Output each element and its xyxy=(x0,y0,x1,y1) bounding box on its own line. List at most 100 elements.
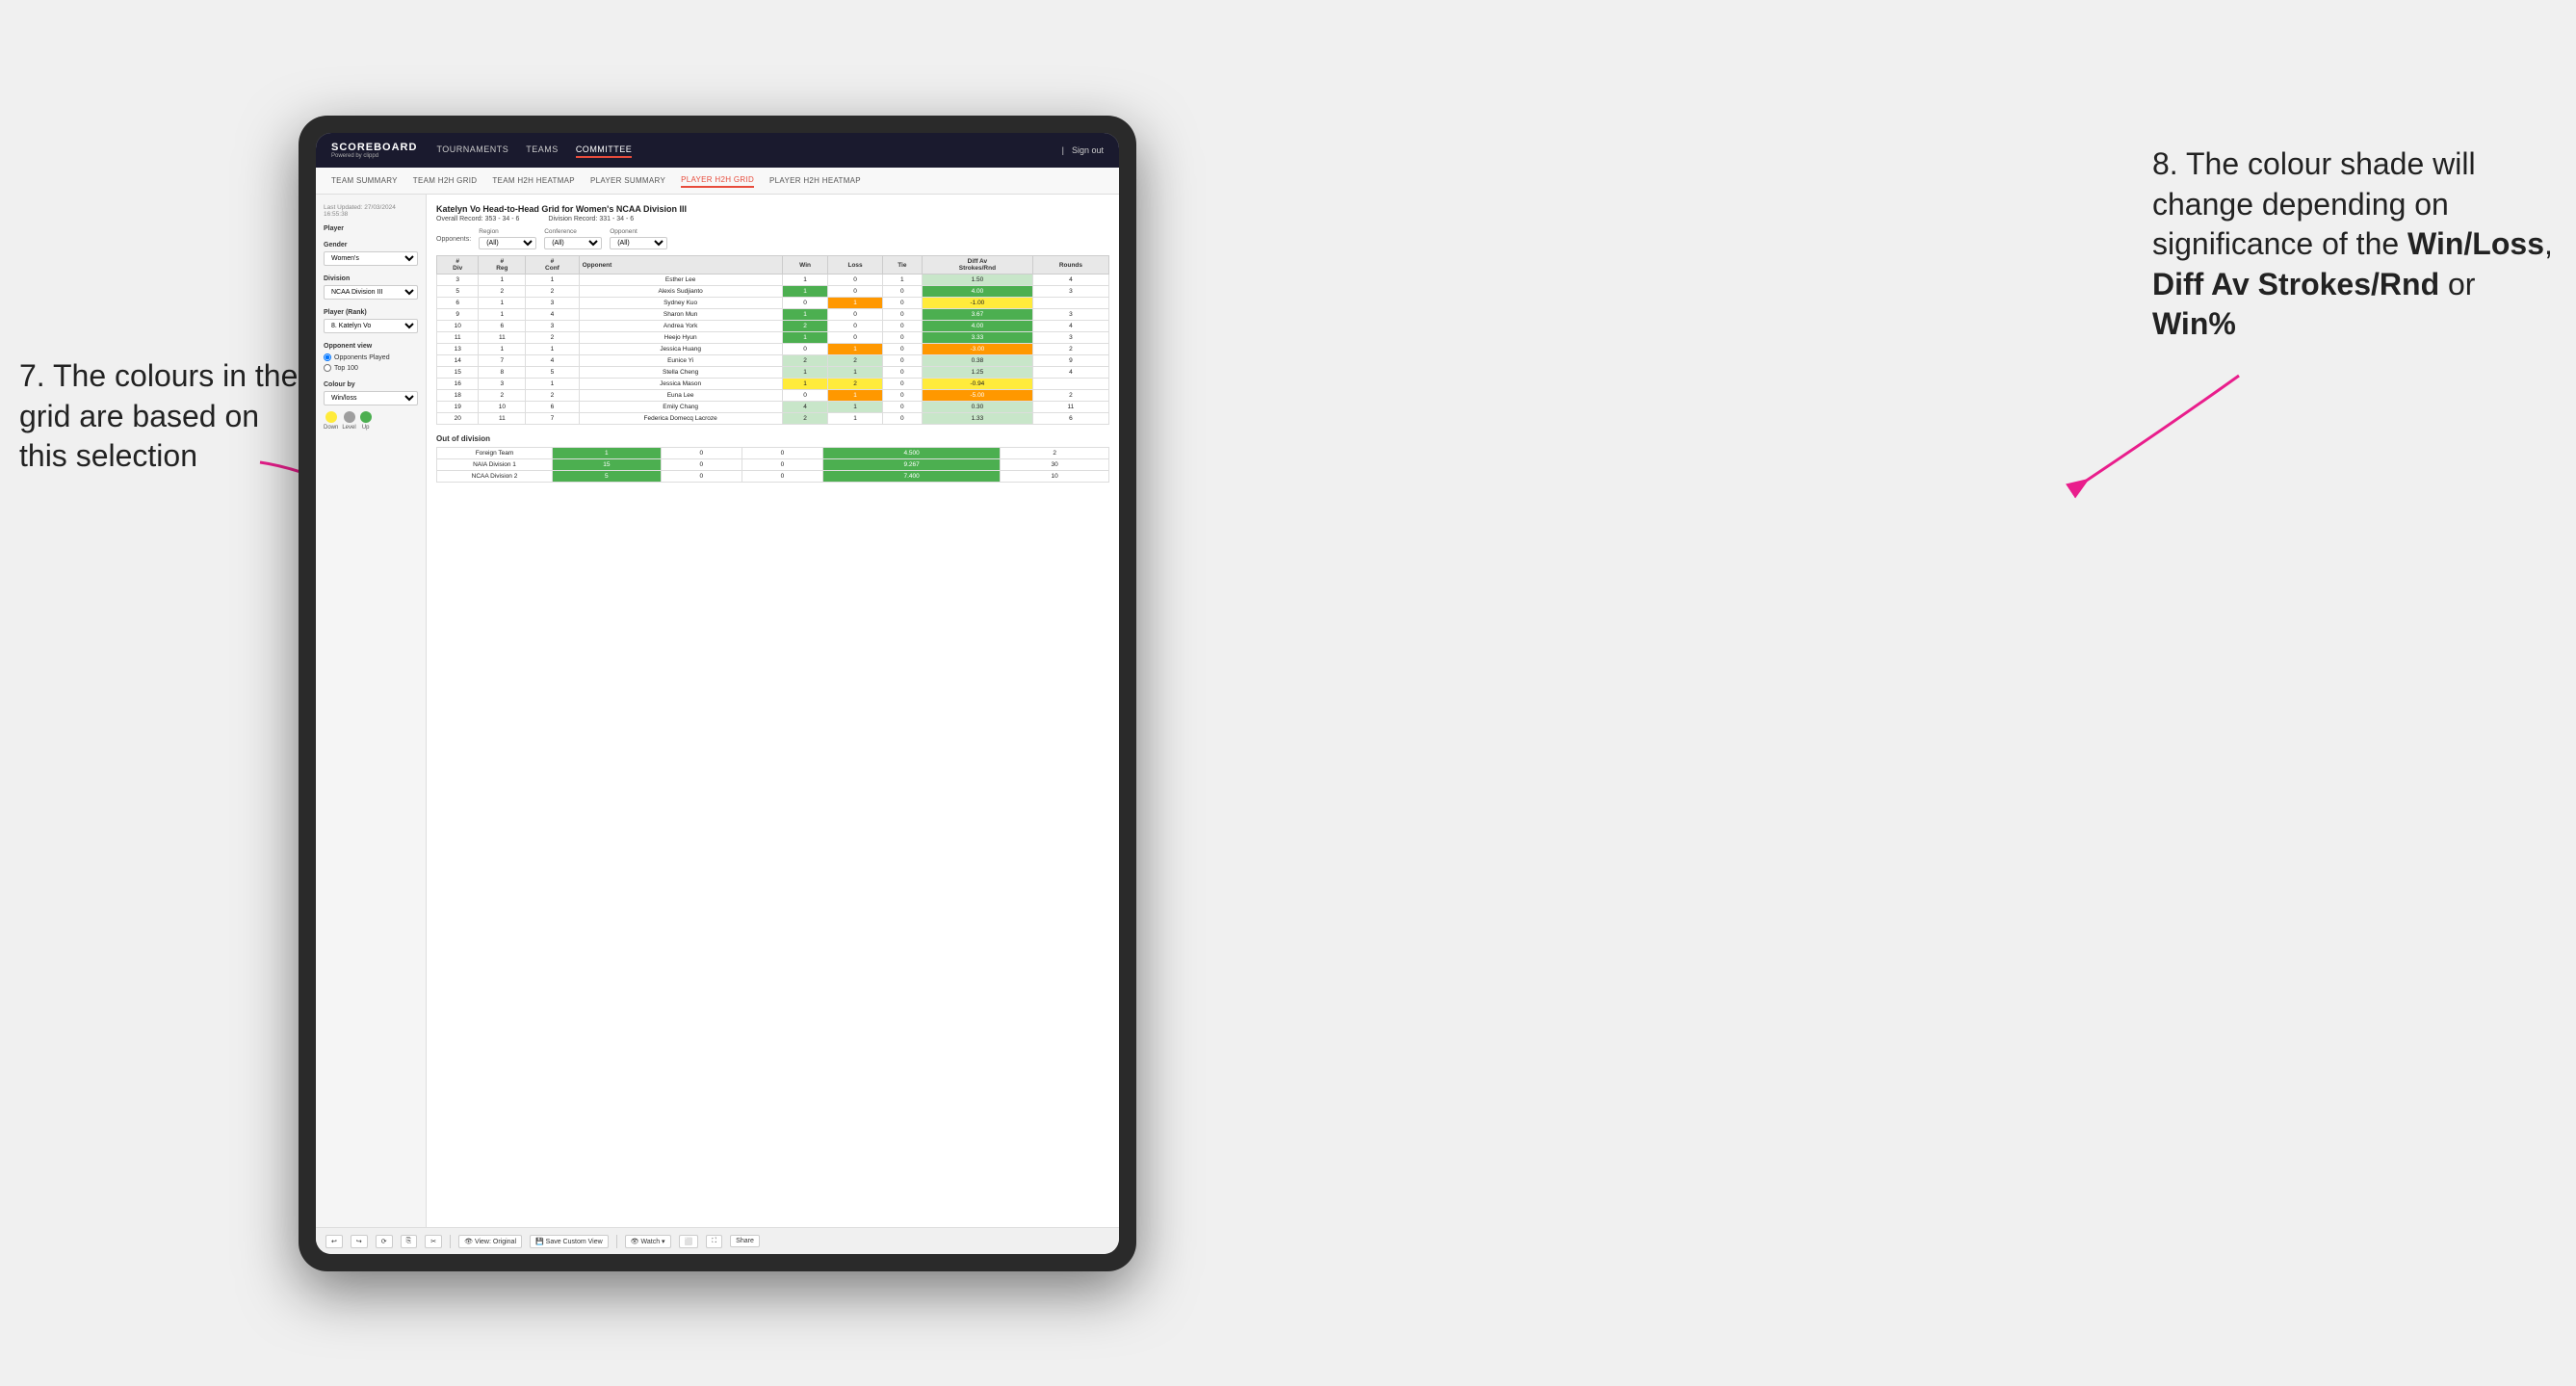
ood-tie: 0 xyxy=(742,448,822,459)
watch-button[interactable]: 👁 Watch ▾ xyxy=(625,1235,671,1248)
cell-div: 13 xyxy=(437,344,479,355)
col-div: #Div xyxy=(437,256,479,275)
cell-rounds: 2 xyxy=(1032,344,1108,355)
cell-opponent: Eunice Yi xyxy=(579,355,782,367)
cell-rounds: 6 xyxy=(1032,413,1108,425)
table-row: 14 7 4 Eunice Yi 2 2 0 0.38 9 xyxy=(437,355,1109,367)
arrow-right-svg xyxy=(2056,366,2249,510)
radio-top-100-label: Top 100 xyxy=(334,365,358,372)
radio-opponents-played[interactable]: Opponents Played xyxy=(324,353,418,361)
cell-conf: 1 xyxy=(526,379,579,390)
cell-div: 10 xyxy=(437,321,479,332)
cell-win: 1 xyxy=(782,379,828,390)
layout-button[interactable]: ⬜ xyxy=(679,1235,699,1248)
cell-diff: 3.67 xyxy=(922,309,1032,321)
cell-tie: 0 xyxy=(882,332,922,344)
cell-opponent: Emily Chang xyxy=(579,402,782,413)
ood-loss: 0 xyxy=(661,459,742,471)
cell-opponent: Andrea York xyxy=(579,321,782,332)
colour-label: Colour by xyxy=(324,381,418,388)
opponent-view-label: Opponent view xyxy=(324,343,418,350)
redo-button[interactable]: ↪ xyxy=(351,1235,368,1248)
opponent-select[interactable]: (All) xyxy=(610,237,667,249)
cell-conf: 2 xyxy=(526,332,579,344)
cell-diff: 4.00 xyxy=(922,321,1032,332)
copy-button[interactable]: ⎘ xyxy=(401,1235,418,1248)
cell-rounds: 3 xyxy=(1032,332,1108,344)
save-custom-view-button[interactable]: 💾 Save Custom View xyxy=(530,1235,609,1248)
ood-rounds: 30 xyxy=(1001,459,1109,471)
out-of-division-label: Out of division xyxy=(436,434,1109,443)
gender-select[interactable]: Women's xyxy=(324,251,418,266)
cell-div: 16 xyxy=(437,379,479,390)
grid-button[interactable]: ⛶ xyxy=(706,1235,722,1248)
subnav-team-h2h-grid[interactable]: TEAM H2H GRID xyxy=(413,174,478,187)
ood-win: 1 xyxy=(553,448,662,459)
subnav-player-h2h-heatmap[interactable]: PLAYER H2H HEATMAP xyxy=(769,174,861,187)
cell-tie: 0 xyxy=(882,402,922,413)
table-row: 11 11 2 Heejo Hyun 1 0 0 3.33 3 xyxy=(437,332,1109,344)
subnav-player-h2h-grid[interactable]: PLAYER H2H GRID xyxy=(681,173,754,188)
cell-opponent: Sydney Kuo xyxy=(579,298,782,309)
cell-rounds: 4 xyxy=(1032,367,1108,379)
cell-rounds: 4 xyxy=(1032,321,1108,332)
legend-label-level: Level xyxy=(342,425,355,431)
share-button[interactable]: Share xyxy=(730,1235,760,1247)
division-section: Division NCAA Division III xyxy=(324,275,418,300)
cell-win: 2 xyxy=(782,321,828,332)
tablet-screen: SCOREBOARD Powered by clippd TOURNAMENTS… xyxy=(316,133,1119,1254)
nav-item-teams[interactable]: TEAMS xyxy=(526,143,559,158)
ood-opponent: NCAA Division 2 xyxy=(437,471,553,483)
main-table: #Div #Reg #Conf Opponent Win Loss Tie Di… xyxy=(436,255,1109,425)
legend-dot-down xyxy=(325,411,337,423)
cell-reg: 1 xyxy=(479,275,526,286)
cell-tie: 0 xyxy=(882,413,922,425)
region-select[interactable]: (All) xyxy=(479,237,536,249)
division-select[interactable]: NCAA Division III xyxy=(324,285,418,300)
cell-opponent: Jessica Huang xyxy=(579,344,782,355)
player-rank-select[interactable]: 8. Katelyn Vo xyxy=(324,319,418,333)
cell-conf: 2 xyxy=(526,286,579,298)
gender-label: Gender xyxy=(324,242,418,248)
nav-right: | Sign out xyxy=(1062,145,1104,155)
cell-reg: 6 xyxy=(479,321,526,332)
cell-div: 15 xyxy=(437,367,479,379)
cell-diff: 1.50 xyxy=(922,275,1032,286)
cell-loss: 2 xyxy=(828,355,882,367)
out-of-division-table: Foreign Team 1 0 0 4.500 2 NAIA Division… xyxy=(436,447,1109,483)
subnav-team-summary[interactable]: TEAM SUMMARY xyxy=(331,174,398,187)
nav-item-committee[interactable]: COMMITTEE xyxy=(576,143,633,158)
radio-top-100[interactable]: Top 100 xyxy=(324,364,418,372)
cell-conf: 3 xyxy=(526,321,579,332)
ood-diff: 9.267 xyxy=(822,459,1000,471)
cell-opponent: Federica Domecq Lacroze xyxy=(579,413,782,425)
conference-select[interactable]: (All) xyxy=(544,237,602,249)
subnav-team-h2h-heatmap[interactable]: TEAM H2H HEATMAP xyxy=(492,174,575,187)
player-label: Player xyxy=(324,225,418,232)
cell-div: 5 xyxy=(437,286,479,298)
ood-loss: 0 xyxy=(661,471,742,483)
ood-opponent: NAIA Division 1 xyxy=(437,459,553,471)
cell-reg: 7 xyxy=(479,355,526,367)
ood-diff: 4.500 xyxy=(822,448,1000,459)
cell-rounds: 4 xyxy=(1032,275,1108,286)
cell-tie: 0 xyxy=(882,286,922,298)
radio-opponents-played-label: Opponents Played xyxy=(334,354,390,361)
colour-select[interactable]: Win/loss xyxy=(324,391,418,405)
cell-diff: -3.00 xyxy=(922,344,1032,355)
cell-win: 1 xyxy=(782,309,828,321)
main-table-body: 3 1 1 Esther Lee 1 0 1 1.50 4 5 2 2 Alex… xyxy=(437,275,1109,425)
cell-win: 0 xyxy=(782,390,828,402)
cut-button[interactable]: ✂ xyxy=(425,1235,442,1248)
cell-opponent: Sharon Mun xyxy=(579,309,782,321)
col-win: Win xyxy=(782,256,828,275)
view-original-button[interactable]: 👁 View: Original xyxy=(458,1235,522,1248)
sign-out-button[interactable]: Sign out xyxy=(1072,145,1104,155)
cell-tie: 0 xyxy=(882,298,922,309)
undo-button[interactable]: ↩ xyxy=(325,1235,343,1248)
refresh-button[interactable]: ⟳ xyxy=(376,1235,393,1248)
col-conf: #Conf xyxy=(526,256,579,275)
subnav-player-summary[interactable]: PLAYER SUMMARY xyxy=(590,174,665,187)
nav-item-tournaments[interactable]: TOURNAMENTS xyxy=(436,143,508,158)
ood-win: 15 xyxy=(553,459,662,471)
